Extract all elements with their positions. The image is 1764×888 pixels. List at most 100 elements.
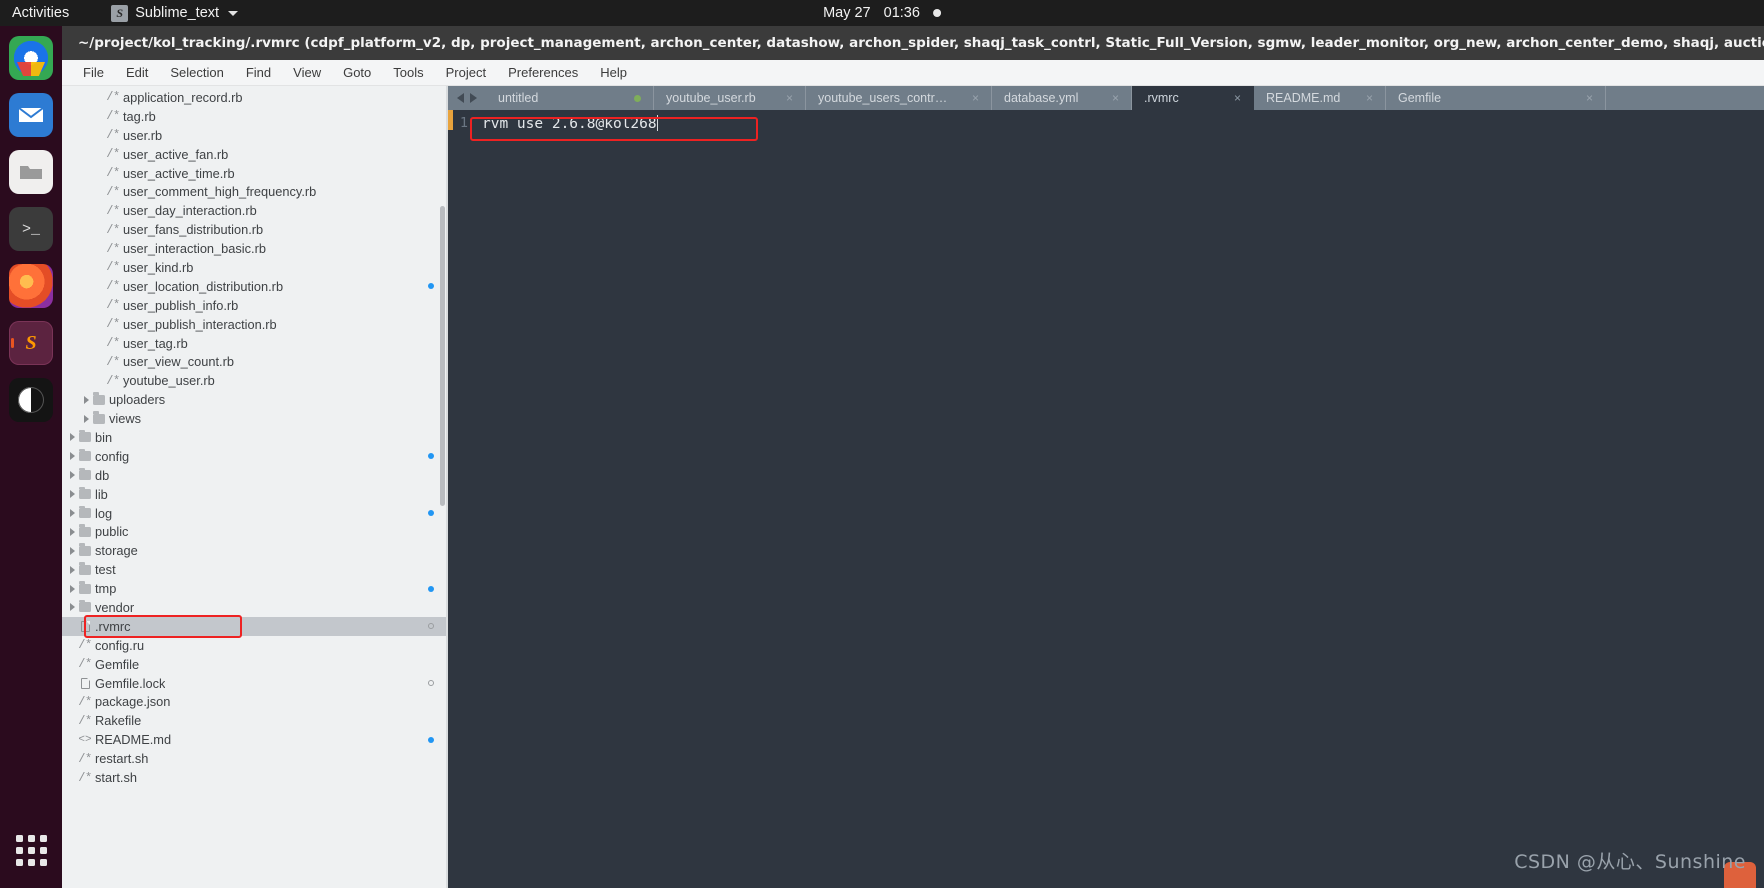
sidebar-item-user-active-time-rb[interactable]: /* user_active_time.rb bbox=[62, 164, 448, 183]
sidebar-item-user-publish-interaction-rb[interactable]: /* user_publish_interaction.rb bbox=[62, 315, 448, 334]
folder-icon bbox=[79, 581, 91, 594]
tab-rvmrc[interactable]: .rvmrc × bbox=[1132, 86, 1254, 110]
line-change-marker bbox=[448, 110, 453, 130]
tab-untitled[interactable]: untitled bbox=[486, 86, 654, 110]
sidebar-item-gemfile-lock[interactable]: Gemfile.lock bbox=[62, 674, 448, 693]
mail-icon bbox=[18, 107, 44, 122]
dock-item-thunderbird[interactable] bbox=[9, 93, 53, 137]
sidebar-item-readme-md[interactable]: <> README.md bbox=[62, 730, 448, 749]
sidebar-item-label: user_publish_interaction.rb bbox=[123, 316, 277, 332]
tab-youtube-user-rb[interactable]: youtube_user.rb × bbox=[654, 86, 806, 110]
sidebar-item-tag-rb[interactable]: /* tag.rb bbox=[62, 107, 448, 126]
code-file-icon: /* bbox=[78, 694, 92, 709]
sidebar-item-public[interactable]: public bbox=[62, 522, 448, 541]
sidebar-item-config[interactable]: config bbox=[62, 447, 448, 466]
scroll-left-icon[interactable] bbox=[457, 93, 464, 103]
sidebar-item-lib[interactable]: lib bbox=[62, 485, 448, 504]
page-file-icon bbox=[80, 677, 90, 689]
sidebar-item-uploaders[interactable]: uploaders bbox=[62, 390, 448, 409]
tab-close-icon[interactable]: × bbox=[1356, 91, 1373, 105]
sidebar-item-user-comment-high-frequency-rb[interactable]: /* user_comment_high_frequency.rb bbox=[62, 182, 448, 201]
sidebar-item-user-rb[interactable]: /* user.rb bbox=[62, 126, 448, 145]
sidebar-item-label: vendor bbox=[95, 599, 135, 615]
sidebar-item-user-day-interaction-rb[interactable]: /* user_day_interaction.rb bbox=[62, 201, 448, 220]
markup-file-icon: <> bbox=[78, 733, 92, 746]
sidebar-item-rvmrc[interactable]: .rvmrc bbox=[62, 616, 448, 636]
dock-item-yy[interactable] bbox=[9, 378, 53, 422]
sidebar-item-views[interactable]: views bbox=[62, 409, 448, 428]
sidebar-file-tree[interactable]: /* application_record.rb/* tag.rb/* user.rb… bbox=[62, 86, 448, 888]
tab-scroll-buttons[interactable] bbox=[448, 86, 486, 110]
sidebar-item-user-kind-rb[interactable]: /* user_kind.rb bbox=[62, 258, 448, 277]
tab-close-icon[interactable]: × bbox=[1102, 91, 1119, 105]
sidebar-item-user-fans-distribution-rb[interactable]: /* user_fans_distribution.rb bbox=[62, 220, 448, 239]
sidebar-item-test[interactable]: test bbox=[62, 560, 448, 579]
sidebar-item-config-ru[interactable]: /* config.ru bbox=[62, 636, 448, 655]
icon-wrap: /* bbox=[103, 279, 123, 293]
dock-item-firefox[interactable] bbox=[9, 264, 53, 308]
folder-icon bbox=[93, 392, 105, 405]
menu-item-help[interactable]: Help bbox=[589, 63, 638, 82]
app-menu-button[interactable]: S Sublime_text bbox=[111, 4, 239, 22]
dock-item-sublime-text[interactable]: S bbox=[9, 321, 53, 365]
sidebar-item-user-location-distribution-rb[interactable]: /* user_location_distribution.rb bbox=[62, 277, 448, 296]
tab-database-yml[interactable]: database.yml × bbox=[992, 86, 1132, 110]
menu-item-project[interactable]: Project bbox=[435, 63, 497, 82]
sidebar-item-bin[interactable]: bin bbox=[62, 428, 448, 447]
sidebar-item-application-record-rb[interactable]: /* application_record.rb bbox=[62, 88, 448, 107]
menu-item-selection[interactable]: Selection bbox=[159, 63, 234, 82]
sidebar-item-storage[interactable]: storage bbox=[62, 541, 448, 560]
sidebar-item-rakefile[interactable]: /* Rakefile bbox=[62, 711, 448, 730]
modified-dot-icon bbox=[428, 453, 434, 460]
dock-item-terminal[interactable]: >_ bbox=[9, 207, 53, 251]
activities-button[interactable]: Activities bbox=[12, 5, 69, 21]
tab-close-icon[interactable]: × bbox=[1224, 91, 1241, 105]
code-content[interactable]: rvm use 2.6.8@kol268 bbox=[474, 110, 1764, 888]
tab-close-icon[interactable]: × bbox=[962, 91, 979, 105]
sidebar-item-log[interactable]: log bbox=[62, 504, 448, 523]
icon-wrap: /* bbox=[103, 317, 123, 331]
sidebar-item-restart-sh[interactable]: /* restart.sh bbox=[62, 749, 448, 768]
menu-item-goto[interactable]: Goto bbox=[332, 63, 382, 82]
sidebar-item-start-sh[interactable]: /* start.sh bbox=[62, 768, 448, 787]
tab-close-icon[interactable]: × bbox=[776, 91, 793, 105]
menu-item-edit[interactable]: Edit bbox=[115, 63, 159, 82]
open-file-dot-icon bbox=[428, 623, 434, 630]
menu-item-find[interactable]: Find bbox=[235, 63, 282, 82]
sidebar-item-user-interaction-basic-rb[interactable]: /* user_interaction_basic.rb bbox=[62, 239, 448, 258]
sidebar-item-tmp[interactable]: tmp bbox=[62, 579, 448, 598]
icon-wrap: /* bbox=[103, 298, 123, 312]
sidebar-scrollbar[interactable] bbox=[440, 206, 445, 506]
dock-item-google-chrome[interactable] bbox=[9, 36, 53, 80]
tab-label: database.yml bbox=[1004, 91, 1079, 105]
sidebar-item-user-view-count-rb[interactable]: /* user_view_count.rb bbox=[62, 352, 448, 371]
code-file-icon: /* bbox=[78, 770, 92, 785]
dock-item-files[interactable] bbox=[9, 150, 53, 194]
icon-wrap: /* bbox=[75, 752, 95, 766]
clock-button[interactable]: May 27 01:36 bbox=[823, 5, 941, 21]
menu-item-view[interactable]: View bbox=[282, 63, 332, 82]
scroll-right-icon[interactable] bbox=[470, 93, 477, 103]
menu-item-file[interactable]: File bbox=[72, 63, 115, 82]
sidebar-item-label: Gemfile bbox=[95, 656, 140, 672]
sidebar-item-user-tag-rb[interactable]: /* user_tag.rb bbox=[62, 334, 448, 353]
sidebar-item-youtube-user-rb[interactable]: /* youtube_user.rb bbox=[62, 371, 448, 390]
tab-gemfile[interactable]: Gemfile × bbox=[1386, 86, 1606, 110]
show-applications-button[interactable] bbox=[15, 835, 47, 866]
menu-item-tools[interactable]: Tools bbox=[382, 63, 434, 82]
sidebar-item-db[interactable]: db bbox=[62, 466, 448, 485]
sidebar-item-gemfile[interactable]: /* Gemfile bbox=[62, 655, 448, 674]
tab-readme-md[interactable]: README.md × bbox=[1254, 86, 1386, 110]
tab-close-icon[interactable]: × bbox=[1576, 91, 1593, 105]
sidebar-item-user-active-fan-rb[interactable]: /* user_active_fan.rb bbox=[62, 145, 448, 164]
folder-icon bbox=[79, 562, 91, 575]
sidebar-item-user-publish-info-rb[interactable]: /* user_publish_info.rb bbox=[62, 296, 448, 315]
code-file-icon: /* bbox=[106, 184, 120, 199]
sidebar-item-vendor[interactable]: vendor bbox=[62, 598, 448, 617]
menu-item-preferences[interactable]: Preferences bbox=[497, 63, 589, 82]
sidebar-item-package-json[interactable]: /* package.json bbox=[62, 693, 448, 712]
tab-youtube-users-controller-rb[interactable]: youtube_users_controller.rb × bbox=[806, 86, 992, 110]
code-area[interactable]: 1 rvm use 2.6.8@kol268 CSDN @从心、Sunshine bbox=[448, 110, 1764, 888]
sidebar-item-label: user_tag.rb bbox=[123, 335, 188, 351]
code-file-icon: /* bbox=[106, 373, 120, 388]
